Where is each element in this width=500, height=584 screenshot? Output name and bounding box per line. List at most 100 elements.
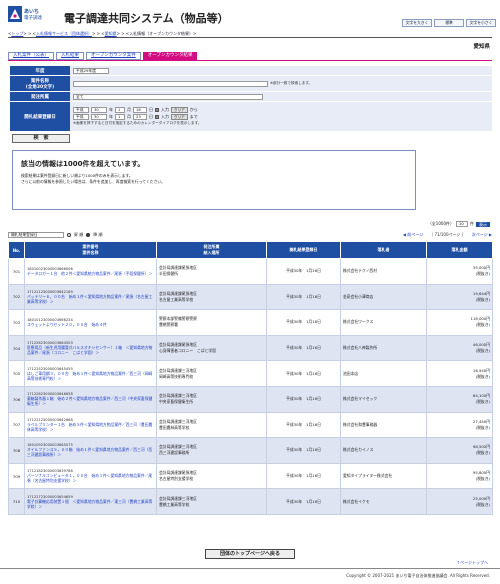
- row-no: 704: [8, 334, 25, 362]
- from-era-select[interactable]: 平成: [73, 107, 89, 113]
- delivery-place: 西三河建設事務所: [159, 450, 190, 456]
- sort-field-select[interactable]: 開札結果登録日: [8, 232, 64, 238]
- table-row: 702 17122123000003642169 バッテリー６，００台 始め１件＜愛…: [8, 283, 493, 311]
- name-note: ※部分一致で検索します。: [270, 81, 313, 85]
- to-month-unit: 月: [127, 114, 131, 119]
- row-winner: 金豪会社小澤商店: [340, 283, 427, 311]
- case-name-link[interactable]: オイルファンス５，００箱 始め１件＜愛知県地方物品案件／西三河（西三河建設事務所…: [27, 447, 154, 457]
- date-from-row: 平成 30 年 1 月 16 日 入力 クリア から: [73, 107, 198, 113]
- case-name-link[interactable]: 薬箱製作器１箱 始め２件＜愛知県地方物品案件／西三河（中央家畜保健衛生所）＞: [27, 396, 154, 406]
- row-date: 平成30年 1月16日: [266, 360, 341, 387]
- col-case: 案件番号 案件名称: [24, 241, 157, 259]
- row-date: 平成30年 1月16日: [266, 258, 341, 285]
- case-name-link[interactable]: ラベルプリンター１台 始め５件＜愛知県地方物品案件／西三河（豊田農林高等学校）＞: [27, 422, 154, 432]
- row-amount: 25,000円 (税抜き): [426, 488, 493, 515]
- aichi-logo-icon: [8, 6, 22, 22]
- calendar-icon[interactable]: [155, 115, 159, 119]
- to-month-input[interactable]: 1: [115, 114, 125, 120]
- org-label: 発注所属: [10, 92, 70, 101]
- date-to-row: 平成 30 年 1 月 23 日 入力 クリア まで: [73, 114, 198, 120]
- tab-open-counter-results[interactable]: オープンカウンタ結果: [142, 52, 198, 60]
- tab-open-counter-cases[interactable]: オープンカウンタ案件: [86, 52, 141, 60]
- page-top-link[interactable]: ↑ページトップへ: [457, 560, 488, 566]
- per-page-select[interactable]: 10: [456, 221, 468, 227]
- prev-page-link[interactable]: ◀ 前ページ: [403, 232, 423, 238]
- row-winner: 株式会社イクモ: [340, 488, 427, 515]
- date-label: 開札結果登録日: [10, 102, 70, 131]
- per-page-control: （全1000件） 10 件 表示: [428, 221, 490, 227]
- page-info: （ 71/100ページ ）: [429, 232, 466, 237]
- region-label: 愛知県: [473, 44, 490, 50]
- row-org: 会計局調達課尾張地区 名古屋工業高等学校: [156, 283, 267, 311]
- from-day-input[interactable]: 16: [133, 107, 147, 113]
- amount-note: (税抜き): [475, 399, 490, 405]
- row-amount: 98,500円 (税抜き): [426, 437, 493, 464]
- back-to-org-top-button[interactable]: 団体のトップページへ戻る: [205, 549, 295, 559]
- row-amount: 84,100円 (税抜き): [426, 385, 493, 413]
- calendar-icon[interactable]: [155, 108, 159, 112]
- case-name-link[interactable]: バッテリー６，００台 始め１件＜愛知県地方物品案件／尾張（名古屋工業高等学校）＞: [27, 294, 154, 304]
- next-page-link[interactable]: 次ページ ▶: [472, 232, 492, 238]
- to-day-input[interactable]: 23: [133, 114, 147, 120]
- result-tabs: 入札案件（公表） 入札結果 オープンカウンタ案件 オープンカウンタ結果: [8, 52, 198, 60]
- row-org: 会計局調達課尾張地区 名古屋特別支援学校: [156, 462, 267, 490]
- org-select[interactable]: 全て: [73, 93, 263, 100]
- logo-text-line2: 電子調達: [24, 16, 42, 21]
- row-case: 17122623000003646658 薬箱製作器１箱 始め２件＜愛知県地方物品…: [24, 385, 157, 413]
- copyright: Copyright © 2007-2021 あいち電子自治体推進協議会. All…: [346, 573, 490, 578]
- from-clear-button[interactable]: クリア: [171, 107, 188, 113]
- row-date: 平成30年 1月16日: [266, 309, 341, 336]
- amount-note: (税抜き): [475, 501, 490, 507]
- amount-note: (税抜き): [475, 424, 490, 430]
- tab-bid-results[interactable]: 入札結果: [56, 52, 84, 60]
- font-small-button[interactable]: 文字を小さく: [466, 19, 496, 27]
- font-standard-button[interactable]: 標準: [434, 19, 464, 27]
- breadcrumb-org-select[interactable]: 入札情報サービス（団体選択）: [36, 31, 92, 36]
- row-case: 17122123000003642668 ラベルプリンター１台 始め５件＜愛知県地…: [24, 411, 157, 439]
- case-name-link[interactable]: データロガー１台 他２件＜愛知県統方物品案件／尾張（手段保健所）＞: [27, 271, 154, 276]
- sort-desc-radio[interactable]: [86, 233, 91, 237]
- name-label: 案件名称 (全角30文字): [10, 76, 70, 91]
- row-winner: 株式会社マイセック: [340, 385, 427, 413]
- row-no: 708: [8, 437, 25, 464]
- case-name-link[interactable]: 医療用品（新生児用腸管式バルスオキシセンサー）１箱 ＜愛知県地方物品案件／尾張（…: [27, 345, 154, 355]
- sort-asc-radio[interactable]: [67, 233, 71, 237]
- row-org: 会計局調達課三河地区 岡崎高等技術専門校: [156, 360, 267, 387]
- row-amount: 16,940円 (税抜き): [426, 360, 493, 387]
- per-page-go-button[interactable]: 表示: [476, 221, 490, 227]
- from-month-input[interactable]: 1: [115, 107, 125, 113]
- row-no: 707: [8, 411, 25, 439]
- to-era-select[interactable]: 平成: [73, 114, 89, 120]
- case-name-link[interactable]: はしご車用鋼３，００台 始め１件＜愛知県地方物品案件／西三河（岡崎高等技術専門校…: [27, 371, 154, 381]
- tab-bid-announcements[interactable]: 入札案件（公表）: [8, 52, 54, 60]
- to-suffix: まで: [189, 114, 198, 119]
- from-year-input[interactable]: 30: [91, 107, 107, 113]
- row-org: 会計局調達課三河地区 豊田農林高等学校: [156, 411, 267, 439]
- search-form: 年度 平成29年度 案件名称 (全角30文字) ※部分一致で検索します。 発注所…: [10, 66, 492, 132]
- col-org: 発注所属 納入場所: [156, 241, 267, 259]
- font-large-button[interactable]: 文字を大きく: [402, 19, 432, 27]
- search-button[interactable]: 検 索: [12, 134, 70, 143]
- message-title: 該当の情報は1000件を超えています。: [21, 160, 145, 168]
- year-label: 年度: [10, 66, 70, 75]
- breadcrumb-top[interactable]: トップ: [11, 31, 23, 36]
- logo-text-line1: あいち: [24, 9, 40, 15]
- tab-underline: [8, 60, 492, 61]
- to-calendar-label: 入力: [161, 114, 169, 119]
- to-clear-button[interactable]: クリア: [171, 114, 188, 120]
- case-name-link[interactable]: 電子計算機応用装置１個 ＜愛知県地方物品案件／東三河（豊橋工業高等学校）＞: [27, 499, 154, 509]
- case-name-input[interactable]: [73, 80, 268, 87]
- row-org: 会計局調達課尾張地区 心身障害者コロニー こばと学園: [156, 334, 267, 362]
- delivery-place: 岡崎高等技術専門校: [159, 373, 194, 379]
- case-name-link[interactable]: パーソナルコンピュータ１，００台 始め１件＜愛知県地方物品案件／尾張（名古屋特別…: [27, 473, 154, 483]
- breadcrumb-aichi[interactable]: 愛知県: [105, 31, 117, 36]
- year-select[interactable]: 平成29年度: [73, 67, 109, 74]
- from-day-unit: 日: [149, 107, 153, 112]
- row-date: 平成30年 1月16日: [266, 488, 341, 515]
- table-row: 708 18010923000003665075 オイルファンス５，００箱 始め１件…: [8, 437, 493, 464]
- results-table: No. 案件番号 案件名称 発注所属 納入場所 開札結果登録日 落札者 落札金額…: [8, 241, 493, 515]
- col-no: No.: [8, 241, 25, 259]
- case-name-link[interactable]: スウェットよりセット２０，００台 始め４件: [27, 322, 154, 327]
- to-year-input[interactable]: 30: [91, 114, 107, 120]
- table-header-row: No. 案件番号 案件名称 発注所属 納入場所 開札結果登録日 落札者 落札金額: [8, 241, 493, 259]
